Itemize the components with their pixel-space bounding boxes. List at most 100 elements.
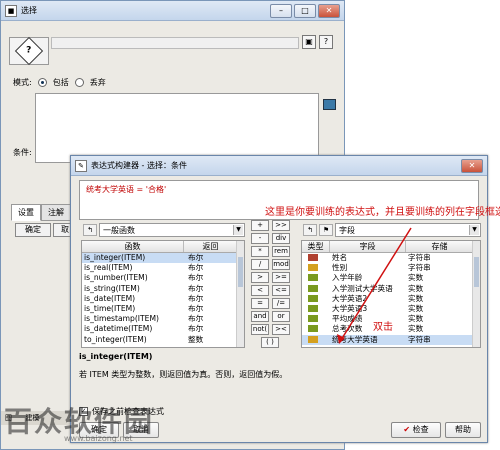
help-button[interactable]: 帮助 (445, 422, 481, 438)
field-type-icon (302, 335, 330, 345)
close-button[interactable]: ✕ (318, 3, 340, 18)
function-return: 布尔 (188, 263, 204, 273)
function-return: 布尔 (188, 293, 204, 303)
fields-select-value: 字段 (339, 225, 355, 235)
operator-button[interactable]: + (251, 220, 269, 231)
function-row[interactable]: is_datetime(ITEM) 布尔 (82, 324, 244, 334)
function-list-scrollbar[interactable] (236, 241, 244, 347)
operator-button[interactable]: and (251, 311, 269, 322)
field-row[interactable]: 性别 字符串 (302, 263, 480, 273)
field-type-icon (302, 284, 330, 294)
operator-button[interactable]: = (251, 298, 269, 309)
function-row[interactable]: is_time(ITEM) 布尔 (82, 304, 244, 314)
field-type-icon (302, 294, 330, 304)
bg-ok-button[interactable]: 确定 (15, 223, 51, 237)
field-storage: 实数 (408, 283, 424, 293)
node-name-field[interactable] (51, 37, 299, 49)
maximize-button[interactable]: □ (294, 3, 316, 18)
function-name: is_string(ITEM) (84, 283, 140, 293)
help-icon[interactable]: ? (319, 35, 333, 49)
function-name: is_datetime(ITEM) (84, 324, 153, 334)
function-row[interactable]: is_integer(ITEM) 布尔 (82, 253, 244, 264)
function-return: 布尔 (188, 253, 204, 262)
expression-text: 统考大学英语 = '合格' (86, 185, 167, 194)
field-row[interactable]: 入学测试大学英语 实数 (302, 284, 480, 294)
col-type[interactable]: 类型 (302, 241, 330, 252)
mode-discard-radio[interactable] (74, 78, 84, 87)
operator-button[interactable]: not( (251, 324, 269, 335)
function-row[interactable]: is_number(ITEM) 布尔 (82, 273, 244, 283)
field-name: 姓名 (332, 253, 348, 262)
operator-button[interactable]: rem (272, 246, 290, 257)
field-row[interactable]: 入学年龄 实数 (302, 273, 480, 283)
fields-list-scrollbar[interactable] (472, 241, 480, 347)
function-row[interactable]: is_timestamp(ITEM) 布尔 (82, 314, 244, 324)
node-icon-button[interactable]: ? (9, 36, 49, 66)
field-type-icon (302, 314, 330, 324)
operator-button[interactable]: div (272, 233, 290, 244)
function-row[interactable]: is_real(ITEM) 布尔 (82, 263, 244, 273)
dialog-close-button[interactable]: ✕ (461, 158, 483, 173)
field-row[interactable]: 统考大学英语 字符串 (302, 334, 480, 345)
dialog-titlebar: ✎ 表达式构建器 - 选择：条件 ✕ (71, 156, 487, 176)
function-name: is_timestamp(ITEM) (84, 314, 159, 324)
field-name: 统考大学英语 (332, 334, 378, 344)
operator-button[interactable]: or (272, 311, 290, 322)
field-name: 性别 (332, 263, 348, 273)
minimize-button[interactable]: – (270, 3, 292, 18)
insert-field-icon[interactable]: ↰ (303, 224, 317, 236)
function-name: is_date(ITEM) (84, 293, 136, 303)
check-button-label: 检查 (412, 425, 429, 434)
bg-tabs: 设置 注解 (11, 204, 71, 221)
field-row[interactable]: 姓名 字符串 (302, 253, 480, 263)
field-storage: 实数 (408, 314, 424, 324)
operator-button[interactable]: >< (272, 324, 290, 335)
operator-button[interactable]: /= (272, 298, 290, 309)
function-return: 整数 (188, 334, 204, 344)
operator-button[interactable]: <= (272, 285, 290, 296)
mode-discard-label: 丢弃 (89, 78, 106, 87)
condition-textarea[interactable] (35, 93, 319, 163)
field-type-icon (302, 324, 330, 334)
insert-function-icon[interactable]: ↰ (83, 224, 97, 236)
function-category-select[interactable]: 一般函数 ▼ (99, 223, 245, 237)
mode-include-label: 包括 (52, 78, 69, 87)
operator-button[interactable]: / (251, 259, 269, 270)
check-button[interactable]: ✔ 检查 (391, 422, 441, 438)
function-row[interactable]: is_string(ITEM) 布尔 (82, 284, 244, 294)
fields-list-header: 类型 字段 存储 (302, 241, 480, 253)
field-filter-icon[interactable]: ⚑ (319, 224, 333, 236)
operator-button[interactable]: - (251, 233, 269, 244)
function-row[interactable]: is_date(ITEM) 布尔 (82, 294, 244, 304)
col-function[interactable]: 函数 (82, 241, 184, 252)
function-name: is_integer(ITEM) (84, 253, 146, 262)
function-name: is_time(ITEM) (84, 303, 136, 313)
field-storage: 实数 (408, 293, 424, 303)
preview-icon[interactable]: ▣ (302, 35, 316, 49)
field-name: 平均成绩 (332, 314, 363, 324)
fields-select[interactable]: 字段 ▼ (335, 223, 481, 237)
condition-label: 条件: (13, 148, 32, 157)
operator-button[interactable]: >> (272, 220, 290, 231)
operator-button[interactable]: >= (272, 272, 290, 283)
field-row[interactable]: 大学英语3 实数 (302, 304, 480, 314)
function-row[interactable]: to_integer(ITEM) 整数 (82, 335, 244, 345)
operator-button[interactable]: < (251, 285, 269, 296)
expression-builder-icon[interactable] (323, 99, 336, 110)
col-return[interactable]: 返回 (184, 241, 238, 252)
watermark-url: www.baizong.net (64, 434, 133, 443)
field-row[interactable]: 大学英语2 实数 (302, 294, 480, 304)
function-return: 布尔 (188, 283, 204, 293)
tab-comment[interactable]: 注解 (41, 204, 71, 221)
col-field[interactable]: 字段 (330, 241, 406, 252)
operator-button[interactable]: * (251, 246, 269, 257)
col-storage[interactable]: 存储 (406, 241, 474, 252)
function-list-header: 函数 返回 (82, 241, 244, 253)
operator-button[interactable]: mod (272, 259, 290, 270)
operator-button[interactable]: > (251, 272, 269, 283)
function-list[interactable]: 函数 返回 is_integer(ITEM) 布尔 is_real(ITEM) 布尔 i… (81, 240, 245, 348)
tab-settings[interactable]: 设置 (11, 204, 41, 221)
operator-button[interactable]: ( ) (261, 337, 279, 348)
function-return: 布尔 (188, 324, 204, 334)
mode-include-radio[interactable] (37, 78, 47, 87)
